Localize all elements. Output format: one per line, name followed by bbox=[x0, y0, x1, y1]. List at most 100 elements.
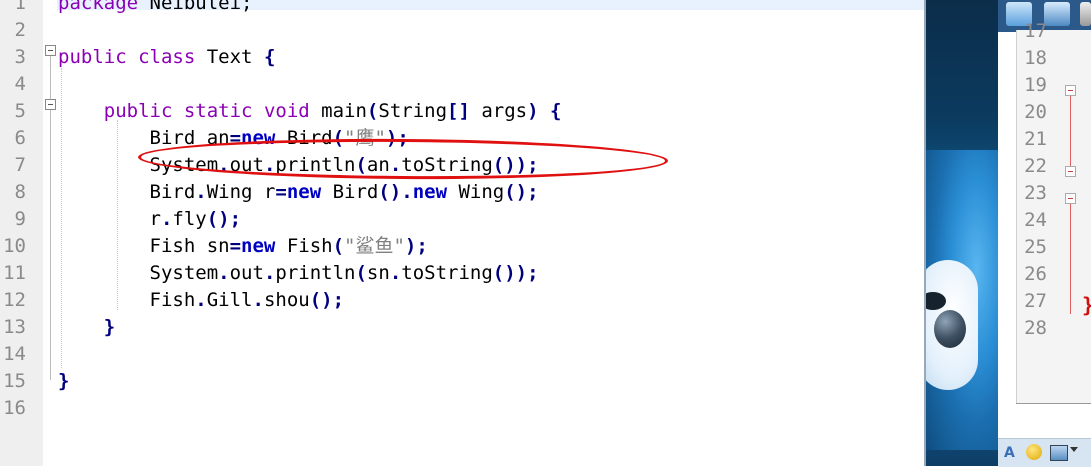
code-token: . bbox=[195, 289, 207, 311]
fold-toggle[interactable] bbox=[1065, 166, 1076, 177]
mascot-nose-image bbox=[934, 310, 966, 348]
panel-separator bbox=[1016, 403, 1091, 404]
code-line[interactable]: Fish sn=new Fish("鲨鱼"); bbox=[58, 233, 428, 260]
line-number: 7 bbox=[14, 154, 26, 176]
code-token: Fish sn bbox=[58, 235, 230, 257]
code-line[interactable]: } bbox=[58, 368, 69, 395]
line-number: 1 bbox=[14, 0, 26, 14]
code-token: (); bbox=[206, 208, 242, 230]
line-number: 27 bbox=[1024, 290, 1047, 312]
line-number: 22 bbox=[1024, 155, 1047, 177]
code-line[interactable]: Fish.Gill.shou(); bbox=[58, 287, 345, 314]
code-line[interactable]: package Neibulei; bbox=[58, 0, 252, 17]
code-token: Gill bbox=[206, 289, 253, 311]
code-token: } bbox=[103, 316, 116, 338]
line-number: 6 bbox=[14, 127, 26, 149]
code-token: (); bbox=[309, 289, 345, 311]
code-token: ()); bbox=[492, 262, 539, 284]
status-icon[interactable] bbox=[1080, 2, 1091, 26]
code-token: new bbox=[286, 181, 322, 203]
code-token: { bbox=[263, 46, 276, 68]
code-token: . bbox=[389, 262, 402, 284]
code-line[interactable]: public static void main(String[] args) { bbox=[58, 98, 562, 125]
code-token: "鲨鱼" bbox=[344, 235, 405, 257]
line-number: 13 bbox=[3, 316, 26, 338]
line-number: 16 bbox=[3, 397, 26, 419]
code-token: [] bbox=[447, 100, 470, 122]
secondary-code-area[interactable]: 17 18 19 20 21 22 23 24 25 26 27 28 bbox=[1016, 20, 1091, 404]
line-number: 2 bbox=[14, 19, 26, 41]
code-token: } bbox=[58, 370, 70, 392]
code-token: package bbox=[58, 0, 139, 14]
line-number: 20 bbox=[1024, 101, 1047, 123]
line-number: 21 bbox=[1024, 128, 1047, 150]
fold-toggle[interactable] bbox=[1065, 193, 1076, 204]
line-number: 18 bbox=[1024, 47, 1047, 69]
code-token: Fish bbox=[275, 235, 333, 257]
code-token: (). bbox=[378, 181, 413, 203]
code-token: sn bbox=[366, 262, 390, 284]
code-token: . bbox=[252, 289, 264, 311]
line-number: 5 bbox=[14, 100, 26, 122]
code-token: . bbox=[263, 262, 276, 284]
line-number: 15 bbox=[3, 370, 26, 392]
fold-toggle[interactable] bbox=[1065, 85, 1076, 96]
code-token: Neibulei; bbox=[138, 0, 253, 14]
code-line[interactable]: } bbox=[58, 314, 115, 341]
line-number: 25 bbox=[1024, 236, 1047, 258]
code-token: r bbox=[58, 208, 161, 230]
code-token: Bird bbox=[58, 181, 196, 203]
line-number: 3 bbox=[14, 46, 26, 68]
line-number: 14 bbox=[3, 343, 26, 365]
code-token: Bird bbox=[321, 181, 379, 203]
code-token: ( bbox=[332, 235, 345, 257]
code-token: public bbox=[58, 46, 127, 68]
line-number: 10 bbox=[3, 235, 26, 257]
fold-toggle-method[interactable] bbox=[45, 99, 56, 110]
code-line[interactable]: System.out.println(sn.toString()); bbox=[58, 260, 539, 287]
code-token: println bbox=[275, 262, 356, 284]
code-token: args bbox=[469, 100, 528, 122]
smiley-icon[interactable] bbox=[1026, 444, 1042, 460]
code-line[interactable]: r.fly(); bbox=[58, 206, 242, 233]
code-token: public bbox=[103, 100, 173, 122]
code-token: ) bbox=[527, 100, 539, 122]
font-icon[interactable]: A bbox=[1004, 445, 1018, 461]
code-token: = bbox=[275, 181, 287, 203]
code-token: . bbox=[218, 262, 230, 284]
fold-toggle-class[interactable] bbox=[45, 45, 56, 56]
secondary-editor-window[interactable]: 17 18 19 20 21 22 23 24 25 26 27 28 } A bbox=[998, 0, 1091, 467]
code-token: new bbox=[241, 235, 276, 257]
line-number: 9 bbox=[14, 208, 26, 230]
code-token: ); bbox=[404, 235, 428, 257]
chevron-down-icon[interactable] bbox=[1070, 447, 1078, 452]
line-number: 8 bbox=[14, 181, 26, 203]
code-line[interactable]: Bird.Wing r=new Bird().new Wing(); bbox=[58, 179, 539, 206]
code-token: void bbox=[263, 100, 310, 122]
line-number: 24 bbox=[1024, 209, 1047, 231]
code-editor[interactable]: 1 2 3 4 5 6 7 8 9 10 11 12 13 14 15 16 package Neibulei… bbox=[0, 0, 924, 466]
line-number: 17 bbox=[1024, 20, 1047, 42]
closing-brace: } bbox=[1082, 293, 1091, 317]
window-icon[interactable] bbox=[1050, 445, 1068, 461]
code-token: Wing bbox=[447, 181, 505, 203]
line-number: 19 bbox=[1024, 74, 1047, 96]
code-token: main bbox=[309, 100, 367, 122]
fold-line bbox=[1070, 204, 1071, 314]
code-token: new bbox=[412, 181, 448, 203]
line-number: 28 bbox=[1024, 317, 1047, 339]
fold-line bbox=[1070, 96, 1071, 166]
code-token: ( bbox=[366, 100, 379, 122]
code-token: toString bbox=[401, 262, 493, 284]
code-token: Text bbox=[195, 46, 264, 68]
line-number: 26 bbox=[1024, 263, 1047, 285]
line-number: 11 bbox=[3, 262, 26, 284]
line-number: 12 bbox=[3, 289, 26, 311]
code-line[interactable]: public class Text { bbox=[58, 44, 275, 71]
network-icon[interactable] bbox=[1044, 2, 1070, 26]
taskbar-tray: A bbox=[998, 438, 1091, 467]
